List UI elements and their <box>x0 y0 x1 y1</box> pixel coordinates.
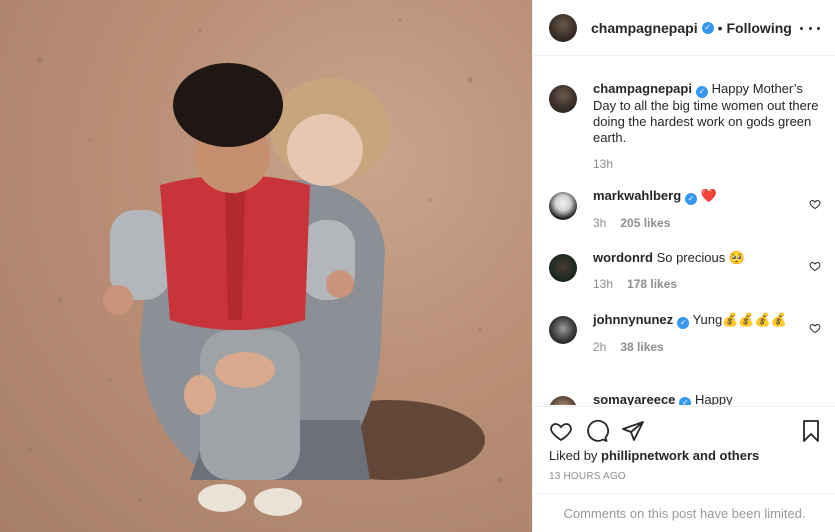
comment-avatar[interactable] <box>549 396 577 405</box>
action-icons-row <box>549 419 821 445</box>
comment-likes[interactable]: 38 likes <box>620 340 663 354</box>
instagram-post-modal: champagnepapi ✓ • Following champagnepap… <box>0 0 835 532</box>
author-username[interactable]: champagnepapi <box>591 20 698 36</box>
comment-heart-icon[interactable] <box>809 322 821 334</box>
liked-by-user[interactable]: phillipnetwork <box>601 448 689 463</box>
comment-text: Happy <box>695 392 733 405</box>
caption-time[interactable]: 13h <box>593 157 613 171</box>
caption-meta: 13h <box>593 156 821 172</box>
comment-time[interactable]: 2h <box>593 340 606 354</box>
following-button[interactable]: Following <box>727 20 792 36</box>
comment-username[interactable]: markwahlberg <box>593 188 681 203</box>
comment-item: markwahlberg ✓ ❤️ 3h 205 likes <box>549 188 821 231</box>
header-separator: • <box>717 19 723 36</box>
comment-item: wordonrd So precious 🥺 13h 178 likes <box>549 250 821 292</box>
comment-item: somayareece ✓ Happy <box>549 392 821 405</box>
post-side-panel: champagnepapi ✓ • Following champagnepap… <box>532 0 835 532</box>
comment-text: ❤️ <box>700 188 717 203</box>
verified-badge-icon: ✓ <box>679 397 692 405</box>
comment-likes[interactable]: 205 likes <box>620 216 670 230</box>
more-options-icon[interactable] <box>800 18 820 38</box>
comment-text: So precious 🥺 <box>656 250 746 265</box>
liked-by-prefix: Liked by <box>549 448 598 463</box>
post-photo[interactable] <box>0 0 532 532</box>
comments-limited-notice: Comments on this post have been limited. <box>533 493 835 532</box>
comment-avatar[interactable] <box>549 254 577 282</box>
caption-author-avatar[interactable] <box>549 85 577 113</box>
author-avatar[interactable] <box>549 13 577 42</box>
photo-illustration <box>27 18 503 516</box>
comment-username[interactable]: somayareece <box>593 392 675 405</box>
liked-by-summary: Liked by phillipnetwork and others <box>549 448 759 463</box>
comment-avatar[interactable] <box>549 192 577 220</box>
author-info: champagnepapi ✓ • Following <box>591 20 792 36</box>
heart-icon[interactable] <box>549 419 573 443</box>
verified-badge-icon: ✓ <box>701 21 714 34</box>
post-caption: champagnepapi ✓ Happy Mother’s Day to all… <box>549 81 821 172</box>
post-actions: Liked by phillipnetwork and others 13 HO… <box>533 406 835 532</box>
verified-badge-icon: ✓ <box>685 193 698 205</box>
bookmark-icon[interactable] <box>799 419 823 443</box>
verified-badge-icon: ✓ <box>695 86 708 98</box>
comment-time[interactable]: 3h <box>593 216 606 230</box>
comment-heart-icon[interactable] <box>809 260 821 272</box>
liked-by-others[interactable]: and others <box>693 448 759 463</box>
share-icon[interactable] <box>621 419 645 443</box>
comment-meta: 2h 38 likes <box>593 339 821 355</box>
comment-text: Yung💰💰💰💰 <box>692 312 787 327</box>
post-timestamp[interactable]: 13 HOURS AGO <box>549 471 626 482</box>
caption-username[interactable]: champagnepapi <box>593 81 692 96</box>
comment-avatar[interactable] <box>549 316 577 344</box>
comment-username[interactable]: johnnynunez <box>593 312 673 327</box>
comment-username[interactable]: wordonrd <box>593 250 653 265</box>
comment-item: johnnynunez ✓ Yung💰💰💰💰 2h 38 likes <box>549 312 821 355</box>
comment-time[interactable]: 13h <box>593 277 613 291</box>
comment-meta: 3h 205 likes <box>593 215 821 231</box>
comment-heart-icon[interactable] <box>809 198 821 210</box>
comments-list[interactable]: champagnepapi ✓ Happy Mother’s Day to all… <box>533 57 835 405</box>
comment-meta: 13h 178 likes <box>593 276 821 292</box>
comment-icon[interactable] <box>585 419 609 443</box>
post-header: champagnepapi ✓ • Following <box>533 0 835 56</box>
verified-badge-icon: ✓ <box>677 317 690 329</box>
comment-likes[interactable]: 178 likes <box>627 277 677 291</box>
